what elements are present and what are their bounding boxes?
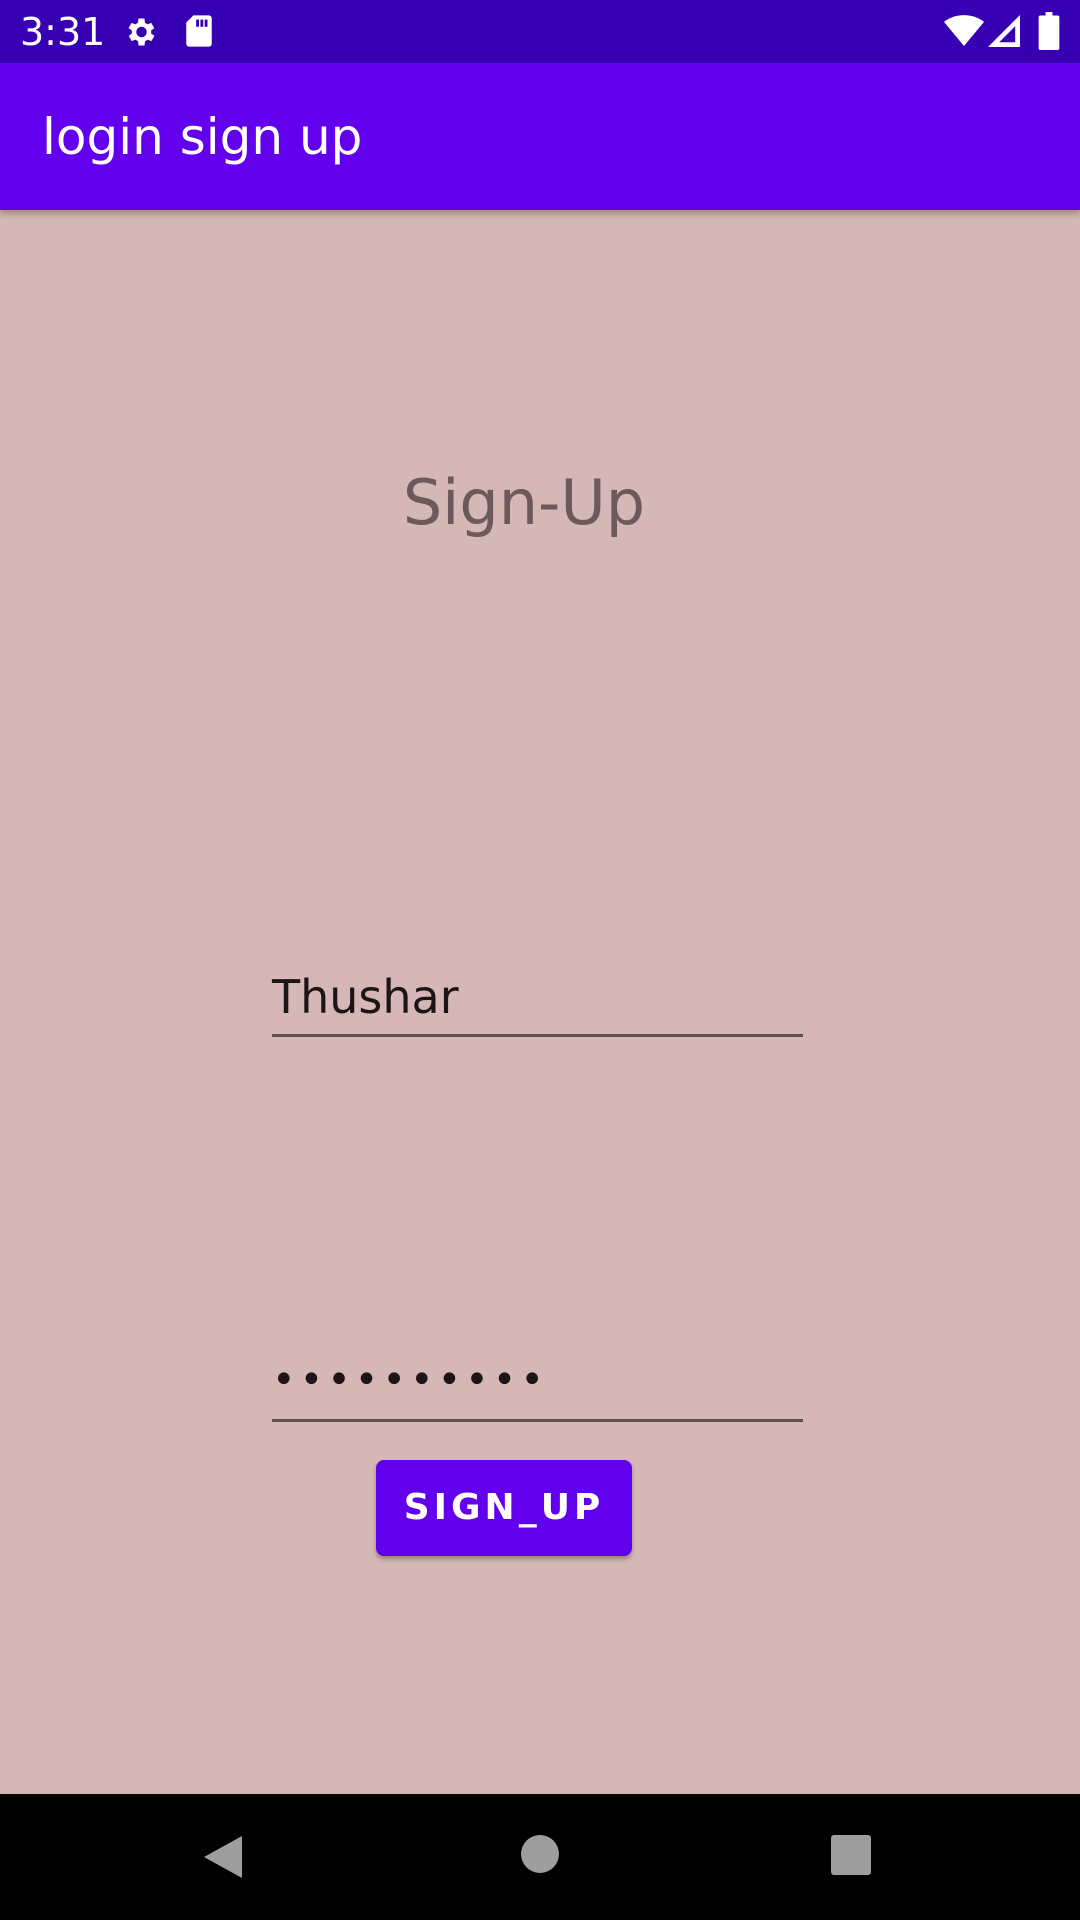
battery-icon [1038,12,1060,50]
app-bar: login sign up [0,63,1080,210]
wifi-icon [944,15,984,46]
username-field[interactable]: Thushar [272,968,803,1037]
signup-screen: Sign-Up Thushar •••••••••• [0,210,1080,1794]
status-time: 3:31 [20,10,106,54]
sd-card-icon [186,15,212,47]
recents-icon[interactable] [830,1834,872,1876]
password-field[interactable]: •••••••••• [272,1353,803,1422]
navigation-bar [0,1794,1080,1920]
signup-button[interactable]: SIGN_UP [376,1460,632,1556]
back-icon[interactable] [196,1832,246,1882]
username-input-value: Thushar [272,970,459,1024]
gear-icon [128,18,155,46]
home-icon[interactable] [518,1832,562,1876]
password-input-value: •••••••••• [272,1357,548,1403]
page-title: Sign-Up [402,466,646,539]
status-bar: 3:31 [0,0,1080,63]
signal-icon [988,15,1020,47]
app-title: login sign up [42,108,363,166]
